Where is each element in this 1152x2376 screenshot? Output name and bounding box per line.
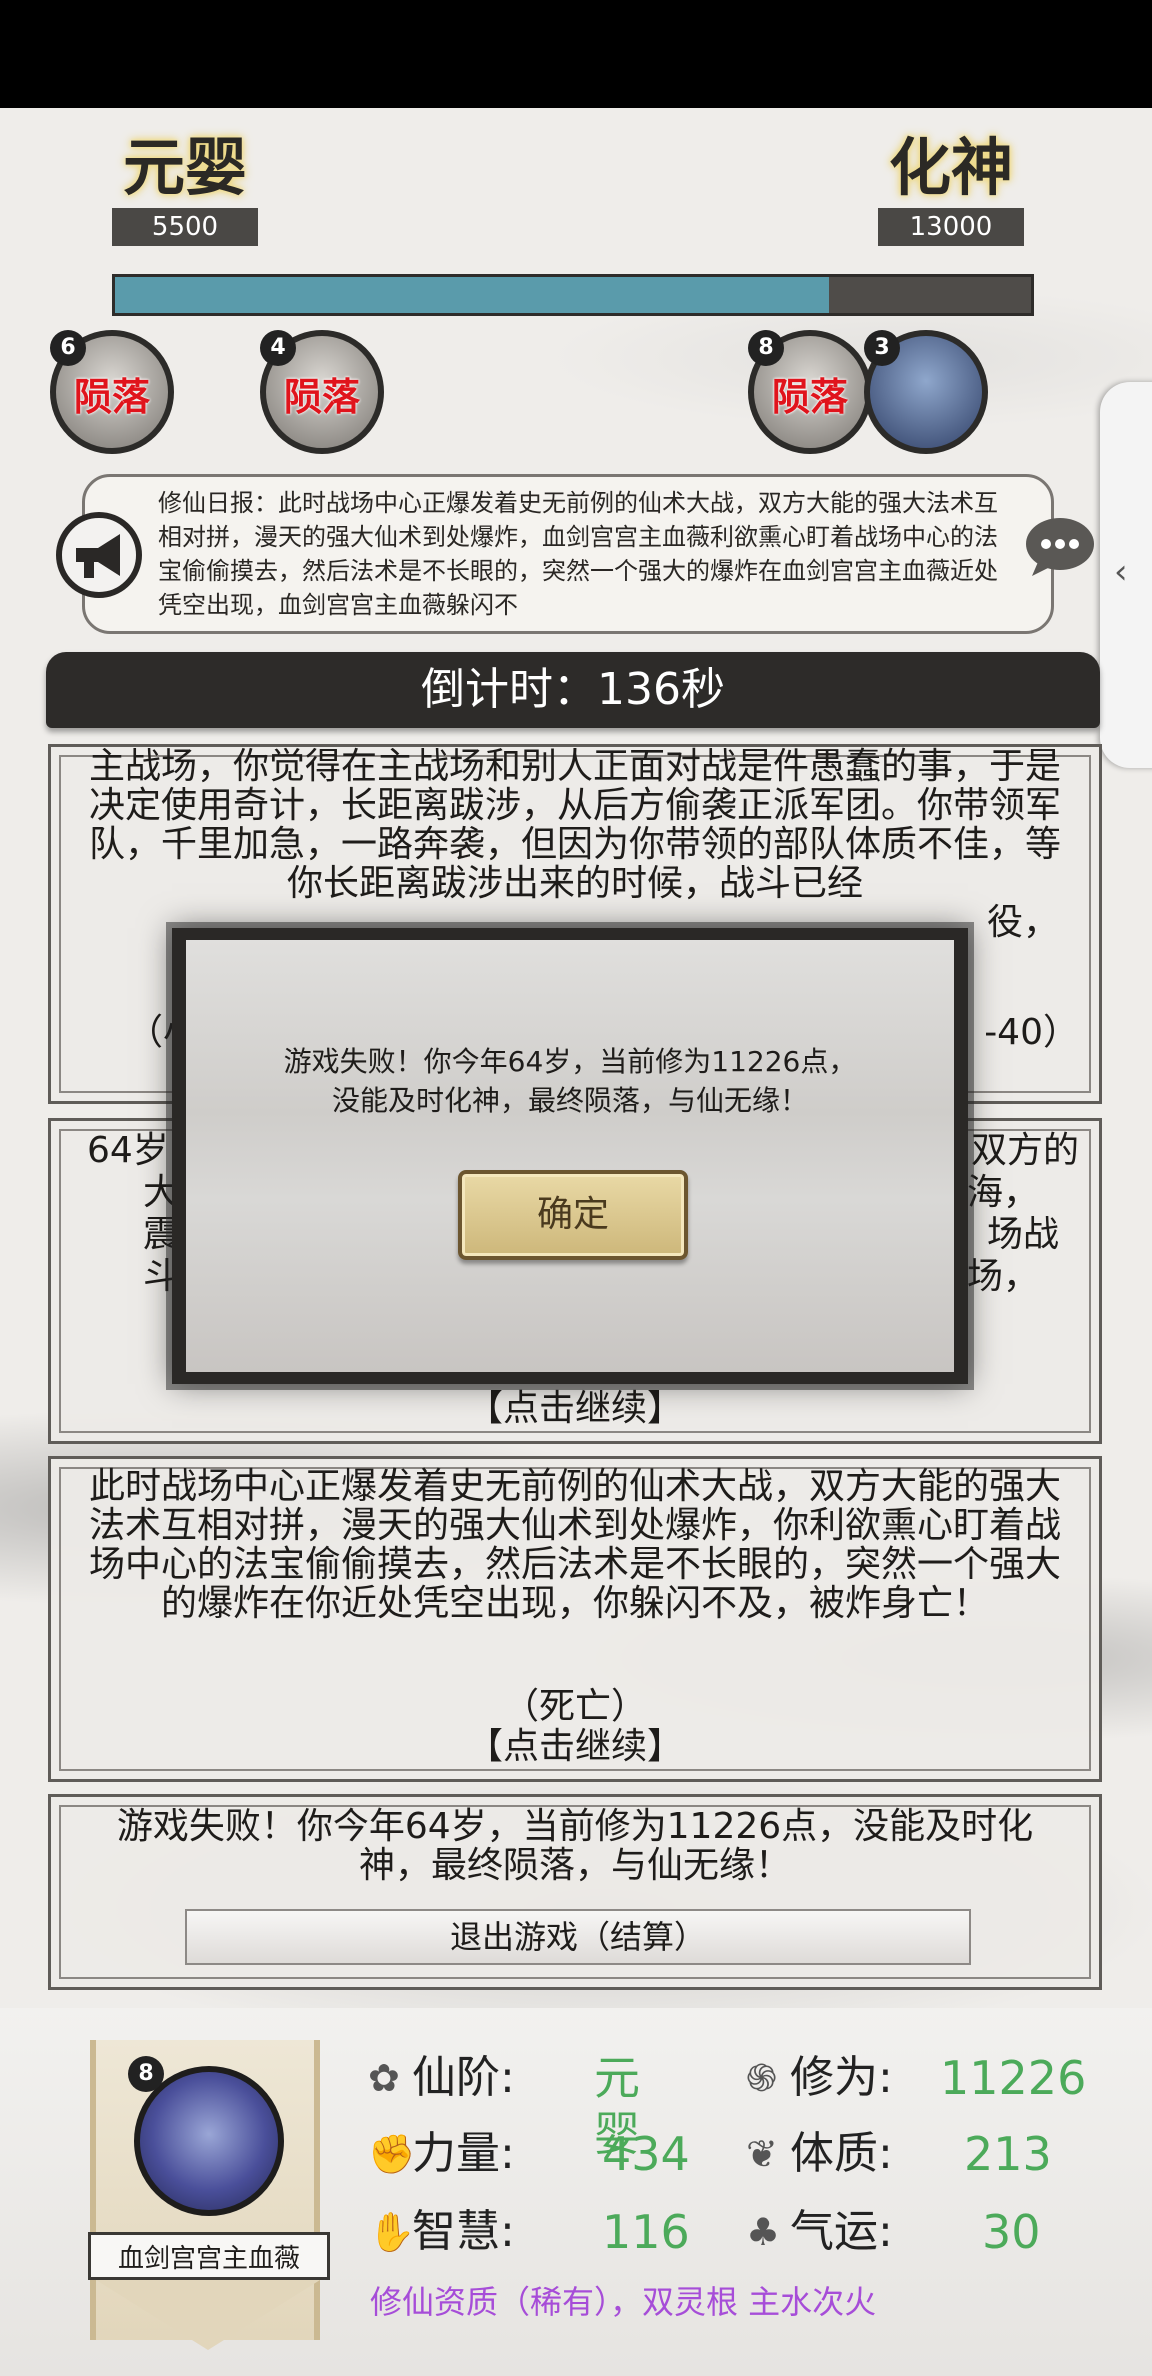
- story-text-tail: 役，: [986, 902, 1059, 943]
- current-realm-name: 元婴: [122, 131, 247, 204]
- hand-sign-icon: ✋: [368, 2210, 416, 2254]
- stat-label: 体质:: [790, 2128, 893, 2179]
- aptitude-text: 修仙资质（稀有），双灵根 主水次火: [370, 2283, 877, 2321]
- rival-badge: 3: [864, 330, 900, 366]
- fallen-label: 陨落: [771, 375, 848, 419]
- story-result: （死亡）: [502, 1686, 647, 1727]
- chevron-left-icon: ‹: [1114, 552, 1128, 592]
- story-text: 海，: [966, 1172, 1039, 1213]
- stat-luck: ♣ 气运: 30: [746, 2204, 1041, 2260]
- news-text: 修仙日报：此时战场中心正爆发着史无前例的仙术大战，双方大能的强大法术互相对拼，漫…: [158, 489, 998, 619]
- dialog-body: 游戏失败！你今年64岁，当前修为11226点，没能及时化神，最终陨落，与仙无缘！…: [186, 940, 954, 1372]
- target-realm-name: 化神: [888, 131, 1013, 204]
- stat-realm: ✿ 仙阶: 元婴: [368, 2050, 640, 2161]
- status-bar: [0, 0, 1152, 108]
- realm-progress-bar: [112, 274, 1034, 316]
- stat-value: 213: [964, 2127, 1052, 2181]
- portrait-scroll-tip: [96, 2280, 320, 2350]
- story-text: 主战场，你觉得在主战场和别人正面对战是件愚蠢的事，于是决定使用奇计，长距离跋涉，…: [88, 746, 1061, 904]
- megaphone-icon: [56, 512, 142, 598]
- story-note-right: -40）: [984, 1012, 1079, 1053]
- fist-icon: ✊: [368, 2132, 416, 2176]
- rival-badge: 8: [748, 330, 784, 366]
- story-card[interactable]: 此时战场中心正爆发着史无前例的仙术大战，双方大能的强大法术互相对拼，漫天的强大仙…: [48, 1456, 1102, 1782]
- lotus-icon: ✿: [368, 2056, 400, 2100]
- stat-wisdom: ✋智慧: 116: [368, 2204, 690, 2260]
- swirl-icon: ֍: [746, 2056, 778, 2100]
- rival-avatar-1[interactable]: 6 陨落: [50, 330, 174, 454]
- story-text: 双方的: [970, 1130, 1079, 1171]
- player-badge: 8: [128, 2056, 164, 2092]
- clover-icon: ♣: [746, 2210, 781, 2254]
- dialog-message: 游戏失败！你今年64岁，当前修为11226点，没能及时化神，最终陨落，与仙无缘！: [283, 1045, 857, 1117]
- side-drawer-handle[interactable]: ‹: [1100, 382, 1152, 768]
- countdown-timer: 倒计时：136秒: [46, 652, 1100, 728]
- stat-constitution: ❦ 体质: 213: [746, 2126, 1052, 2182]
- rival-badge: 4: [260, 330, 296, 366]
- stat-label: 修为:: [790, 2052, 893, 2103]
- current-realm: 元婴 5500: [110, 128, 260, 246]
- exit-game-button[interactable]: 退出游戏（结算）: [185, 1909, 971, 1965]
- target-realm: 化神 13000: [876, 128, 1026, 246]
- story-card: 游戏失败！你今年64岁，当前修为11226点，没能及时化神，最终陨落，与仙无缘！…: [48, 1794, 1102, 1990]
- muscle-icon: ❦: [746, 2132, 778, 2176]
- stat-value: 434: [602, 2127, 690, 2181]
- stat-value: 11226: [940, 2051, 1087, 2105]
- story-text: 场，: [966, 1256, 1039, 1297]
- stat-value: 116: [602, 2205, 690, 2259]
- continue-prompt[interactable]: 【点击继续】: [51, 1389, 1099, 1429]
- confirm-button[interactable]: 确定: [458, 1170, 688, 1260]
- fallen-label: 陨落: [283, 375, 360, 419]
- stat-label: 力量:: [412, 2128, 515, 2179]
- rival-avatar-2[interactable]: 4 陨落: [260, 330, 384, 454]
- realm-progress-fill: [115, 277, 830, 313]
- chat-bubble-icon[interactable]: [1022, 514, 1098, 578]
- player-name: 血剑宫宫主血薇: [88, 2232, 330, 2280]
- continue-prompt[interactable]: 【点击继续】: [51, 1727, 1099, 1767]
- story-text: 此时战场中心正爆发着史无前例的仙术大战，双方大能的强大法术互相对拼，漫天的强大仙…: [88, 1466, 1061, 1624]
- current-realm-score: 5500: [112, 208, 258, 246]
- stat-value: 30: [982, 2205, 1041, 2259]
- fallen-label: 陨落: [73, 375, 150, 419]
- stat-label: 智慧:: [412, 2206, 515, 2257]
- stat-strength: ✊力量: 434: [368, 2126, 690, 2182]
- target-realm-score: 13000: [878, 208, 1024, 246]
- stat-cultivation: ֍ 修为: 11226: [746, 2050, 1086, 2106]
- story-text: 游戏失败！你今年64岁，当前修为11226点，没能及时化神，最终陨落，与仙无缘！: [116, 1806, 1034, 1886]
- stat-label: 仙阶:: [412, 2052, 515, 2103]
- rival-avatar-3[interactable]: 8 陨落: [748, 330, 872, 454]
- rival-badge: 6: [50, 330, 86, 366]
- story-text: 场战: [986, 1214, 1059, 1255]
- story-text: 64岁: [87, 1130, 169, 1171]
- game-over-dialog: 游戏失败！你今年64岁，当前修为11226点，没能及时化神，最终陨落，与仙无缘！…: [172, 928, 968, 1384]
- stat-label: 气运:: [790, 2206, 893, 2257]
- rival-avatar-4[interactable]: 3: [864, 330, 988, 454]
